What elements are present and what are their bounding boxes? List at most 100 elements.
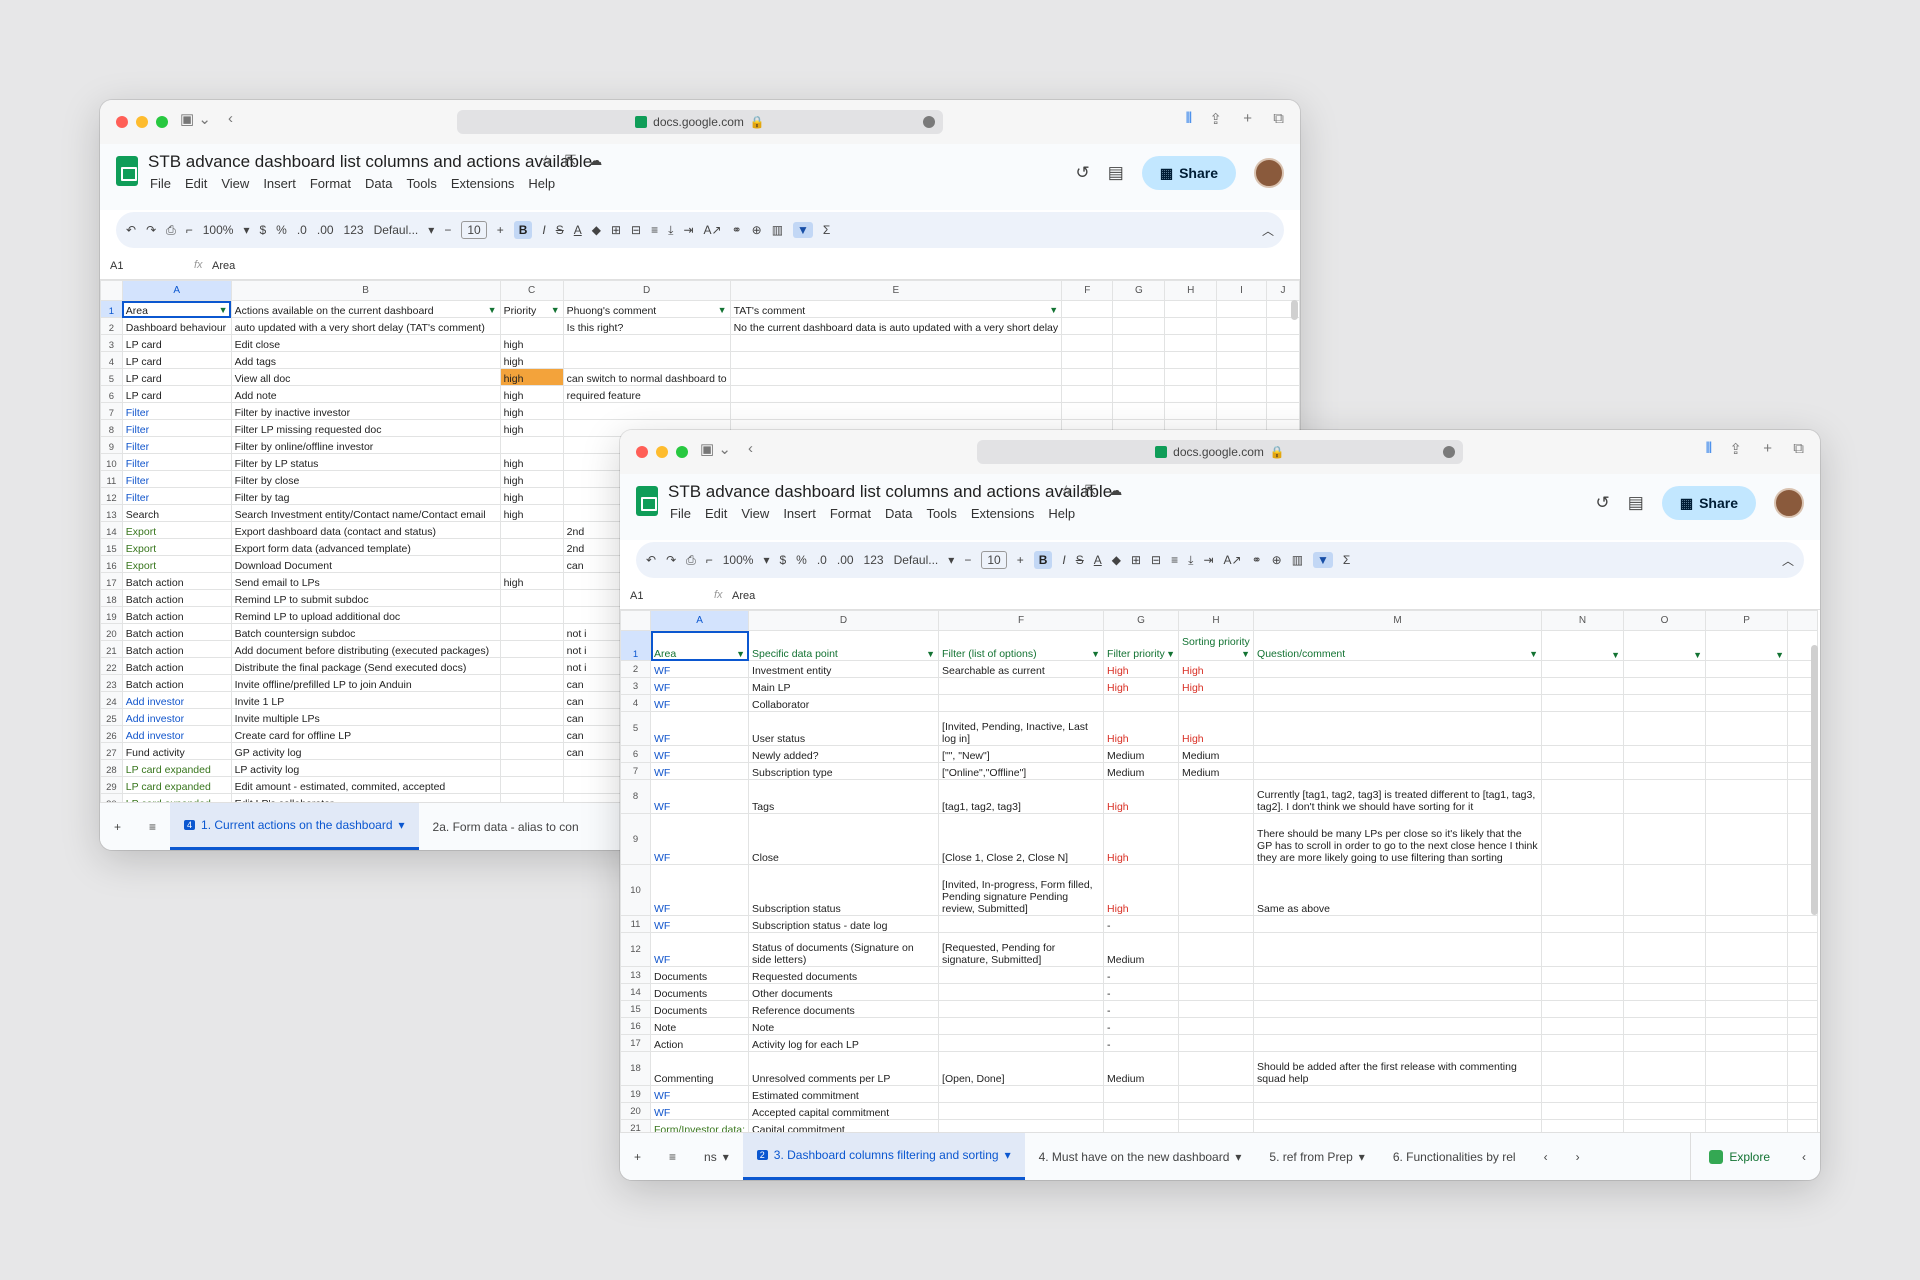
cell[interactable] bbox=[1705, 660, 1789, 678]
menu-data[interactable]: Data bbox=[885, 506, 912, 521]
cell[interactable] bbox=[1541, 1000, 1625, 1018]
italic-icon[interactable]: I bbox=[1062, 553, 1065, 567]
new-tab-icon[interactable]: + bbox=[1243, 110, 1252, 127]
borders-icon[interactable]: ⊞ bbox=[611, 223, 621, 237]
cell[interactable] bbox=[1061, 317, 1114, 335]
text-color-icon[interactable]: A bbox=[1094, 553, 1102, 567]
column-header[interactable]: D bbox=[562, 280, 731, 301]
cell-priority[interactable] bbox=[499, 521, 564, 539]
cell-area[interactable]: Filter bbox=[121, 453, 232, 471]
cell-area[interactable]: LP card bbox=[121, 368, 232, 386]
menu-format[interactable]: Format bbox=[310, 176, 351, 191]
filter-icon[interactable]: ▼ bbox=[926, 648, 935, 660]
menu-extensions[interactable]: Extensions bbox=[971, 506, 1035, 521]
comment-icon[interactable]: ⊕ bbox=[752, 223, 762, 237]
cell[interactable] bbox=[1164, 385, 1218, 403]
menu-extensions[interactable]: Extensions bbox=[451, 176, 515, 191]
cell-action[interactable]: Add tags bbox=[230, 351, 501, 369]
font-size-input[interactable]: 10 bbox=[981, 551, 1007, 569]
filter-icon[interactable]: ▼ bbox=[1049, 305, 1058, 315]
cell-phuong-comment[interactable]: can switch to normal dashboard to bbox=[562, 368, 731, 386]
cell-area[interactable]: WF bbox=[649, 1085, 750, 1103]
avatar[interactable] bbox=[1254, 158, 1284, 188]
cell-filter-options[interactable]: Searchable as current bbox=[938, 660, 1105, 678]
cell-filter-priority[interactable]: - bbox=[1103, 1000, 1180, 1018]
row-header[interactable]: 6 bbox=[620, 745, 651, 763]
cell-sorting-priority[interactable] bbox=[1178, 1000, 1255, 1018]
cell[interactable] bbox=[1623, 1017, 1707, 1035]
tab-overview-icon[interactable]: ⧉ bbox=[1273, 110, 1284, 127]
cell[interactable] bbox=[1623, 932, 1707, 967]
menu-insert[interactable]: Insert bbox=[783, 506, 816, 521]
cell-priority[interactable] bbox=[499, 657, 564, 675]
cell[interactable] bbox=[1541, 1017, 1625, 1035]
cell-question-comment[interactable]: There should be many LPs per close so it… bbox=[1253, 813, 1543, 865]
cell-sorting-priority[interactable] bbox=[1178, 1102, 1255, 1120]
cell-question-comment[interactable] bbox=[1253, 915, 1543, 933]
merge-cells-icon[interactable]: ⊟ bbox=[1151, 553, 1161, 567]
cell[interactable] bbox=[1623, 677, 1707, 695]
cell-filter-priority[interactable]: Medium bbox=[1103, 745, 1180, 763]
cell-area[interactable]: Filter bbox=[121, 419, 232, 437]
cell-filter-options[interactable]: ["Online","Offline"] bbox=[938, 762, 1105, 780]
share-page-icon[interactable]: ⇪ bbox=[1209, 110, 1222, 128]
cell[interactable] bbox=[1705, 983, 1789, 1001]
address-bar[interactable]: docs.google.com 🔒 bbox=[977, 440, 1463, 464]
column-header[interactable]: F bbox=[1061, 280, 1114, 301]
cell-priority[interactable] bbox=[499, 589, 564, 607]
cell[interactable] bbox=[1623, 983, 1707, 1001]
row-header[interactable]: 7 bbox=[100, 402, 123, 420]
cell-sorting-priority[interactable]: Medium bbox=[1178, 762, 1255, 780]
share-page-icon[interactable]: ⇪ bbox=[1729, 440, 1742, 458]
header-cell[interactable]: Question/comment ▼ bbox=[1253, 630, 1543, 661]
bold-icon[interactable]: B bbox=[513, 221, 533, 239]
cell-priority[interactable] bbox=[499, 555, 564, 573]
cell-question-comment[interactable] bbox=[1253, 677, 1543, 695]
cell[interactable] bbox=[1541, 1102, 1625, 1120]
cell[interactable] bbox=[1541, 745, 1625, 763]
cell[interactable] bbox=[1705, 1102, 1789, 1120]
cell-filter-options[interactable]: [Close 1, Close 2, Close N] bbox=[938, 813, 1105, 865]
increase-decimal-button[interactable]: .00 bbox=[837, 553, 854, 567]
cell[interactable] bbox=[1705, 1085, 1789, 1103]
cell[interactable] bbox=[1541, 864, 1625, 916]
cell-question-comment[interactable]: Same as above bbox=[1253, 864, 1543, 916]
cell-action[interactable]: Filter by close bbox=[230, 470, 501, 488]
cell[interactable] bbox=[1541, 932, 1625, 967]
cell-area[interactable]: Action bbox=[649, 1034, 750, 1052]
tab-partial[interactable]: ns ▾ bbox=[690, 1133, 743, 1180]
cell-question-comment[interactable] bbox=[1253, 745, 1543, 763]
row-header[interactable]: 2 bbox=[620, 660, 651, 678]
filter-icon[interactable]: ▼ bbox=[1529, 648, 1538, 660]
vertical-scrollbar[interactable] bbox=[1291, 300, 1298, 320]
cell[interactable] bbox=[1623, 779, 1707, 814]
explore-button[interactable]: Explore bbox=[1690, 1133, 1788, 1180]
row-header[interactable]: 25 bbox=[100, 708, 123, 726]
cell-data-point[interactable]: Requested documents bbox=[748, 966, 940, 984]
cell[interactable] bbox=[1623, 745, 1707, 763]
row-header[interactable]: 1 bbox=[100, 300, 123, 318]
chart-icon[interactable]: ▥ bbox=[772, 223, 783, 237]
formula-input[interactable]: Area bbox=[212, 260, 235, 272]
align-icon[interactable]: ≡ bbox=[651, 223, 658, 237]
row-header[interactable]: 29 bbox=[100, 776, 123, 794]
menu-file[interactable]: File bbox=[150, 176, 171, 191]
cell[interactable] bbox=[1061, 402, 1114, 420]
redo-icon[interactable]: ↷ bbox=[666, 553, 676, 567]
print-icon[interactable]: ⎙ bbox=[686, 553, 696, 568]
sidebar-toggle-icon[interactable]: ▣ ⌄ bbox=[180, 110, 211, 128]
cell-tat-comment[interactable] bbox=[729, 351, 1063, 369]
cell[interactable] bbox=[1787, 915, 1819, 933]
cell-sorting-priority[interactable]: Medium bbox=[1178, 745, 1255, 763]
cell-filter-options[interactable] bbox=[938, 694, 1105, 712]
menu-tools[interactable]: Tools bbox=[926, 506, 956, 521]
cell[interactable] bbox=[1787, 932, 1819, 967]
cell[interactable]: ▼ bbox=[1541, 630, 1625, 661]
cell-filter-options[interactable] bbox=[938, 966, 1105, 984]
cell[interactable] bbox=[1787, 1000, 1819, 1018]
cell[interactable] bbox=[1623, 694, 1707, 712]
cell[interactable] bbox=[1787, 1034, 1819, 1052]
cell-tat-comment[interactable] bbox=[729, 402, 1063, 420]
cell-area[interactable]: Export bbox=[121, 521, 232, 539]
cell-question-comment[interactable] bbox=[1253, 983, 1543, 1001]
